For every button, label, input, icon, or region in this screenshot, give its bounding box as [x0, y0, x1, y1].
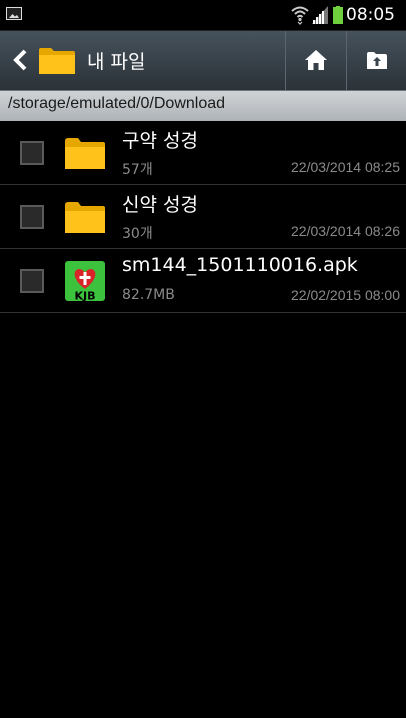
- battery-icon: [333, 6, 343, 24]
- list-item[interactable]: 구약 성경 57개 22/03/2014 08:25: [0, 121, 406, 185]
- home-button[interactable]: [285, 31, 346, 90]
- current-path: /storage/emulated/0/Download: [8, 95, 226, 112]
- file-date: 22/03/2014 08:26: [291, 223, 400, 239]
- file-date: 22/03/2014 08:25: [291, 159, 400, 175]
- select-checkbox[interactable]: [20, 205, 44, 229]
- back-icon[interactable]: [12, 49, 28, 71]
- file-name: sm144_1501110016.apk: [122, 254, 358, 276]
- folder-icon: [39, 48, 75, 74]
- kjb-app-icon-label: KJB: [74, 290, 95, 302]
- file-name: 신약 성경: [122, 194, 198, 216]
- select-checkbox[interactable]: [20, 269, 44, 293]
- gallery-icon: [6, 7, 22, 20]
- path-bar: /storage/emulated/0/Download: [0, 91, 406, 121]
- file-meta: 30개: [122, 226, 153, 242]
- signal-icon: [312, 6, 328, 24]
- up-folder-icon: [367, 52, 387, 69]
- select-checkbox[interactable]: [20, 141, 44, 165]
- folder-icon: [65, 202, 105, 233]
- up-folder-button[interactable]: [346, 31, 406, 90]
- file-meta: 82.7MB: [122, 287, 175, 303]
- wifi-icon: [291, 6, 309, 25]
- list-item[interactable]: 신약 성경 30개 22/03/2014 08:26: [0, 185, 406, 249]
- folder-icon: [65, 138, 105, 169]
- action-bar: 내 파일: [0, 31, 406, 91]
- file-date: 22/02/2015 08:00: [291, 287, 400, 303]
- page-title: 내 파일: [87, 51, 146, 73]
- list-item[interactable]: KJB sm144_1501110016.apk 82.7MB 22/02/20…: [0, 249, 406, 313]
- kjb-app-icon: KJB: [65, 261, 105, 302]
- status-bar: 08:05: [0, 0, 406, 31]
- file-name: 구약 성경: [122, 130, 198, 152]
- file-meta: 57개: [122, 162, 153, 178]
- file-list: 구약 성경 57개 22/03/2014 08:25 신약 성경 30개 22/…: [0, 121, 406, 313]
- clock: 08:05: [346, 5, 395, 25]
- home-icon: [305, 50, 327, 70]
